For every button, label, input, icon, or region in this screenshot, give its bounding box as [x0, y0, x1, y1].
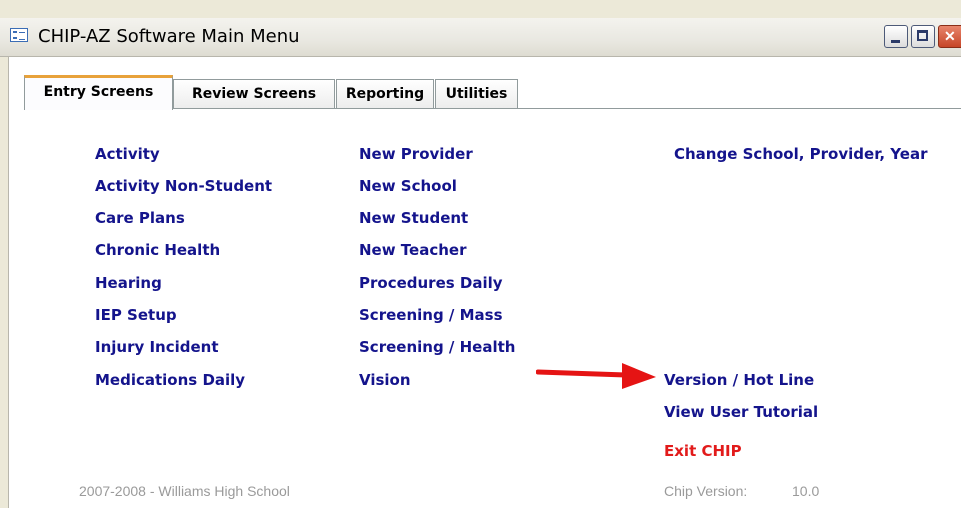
link-activity-non-student[interactable]: Activity Non-Student — [95, 177, 272, 195]
link-new-student[interactable]: New Student — [359, 209, 468, 227]
link-screening-mass[interactable]: Screening / Mass — [359, 306, 503, 324]
link-care-plans[interactable]: Care Plans — [95, 209, 185, 227]
main-menu-panel: Entry Screens Review Screens Reporting U… — [8, 57, 961, 508]
red-arrow-icon — [536, 363, 656, 389]
form-window-icon — [10, 28, 28, 42]
version-value: 10.0 — [792, 483, 820, 499]
link-new-school[interactable]: New School — [359, 177, 457, 195]
link-change-school-provider-year[interactable]: Change School, Provider, Year — [674, 145, 927, 163]
link-version-hot-line[interactable]: Version / Hot Line — [664, 371, 814, 389]
tab-entry-screens[interactable]: Entry Screens — [24, 75, 173, 110]
minimize-button[interactable] — [884, 25, 908, 48]
link-view-user-tutorial[interactable]: View User Tutorial — [664, 403, 818, 421]
link-injury-incident[interactable]: Injury Incident — [95, 338, 219, 356]
maximize-button[interactable] — [911, 25, 935, 48]
close-button[interactable] — [938, 25, 961, 48]
school-year-label: 2007-2008 - Williams High School — [79, 483, 290, 499]
link-iep-setup[interactable]: IEP Setup — [95, 306, 177, 324]
link-new-teacher[interactable]: New Teacher — [359, 241, 466, 259]
tab-review-screens[interactable]: Review Screens — [173, 79, 335, 109]
link-new-provider[interactable]: New Provider — [359, 145, 473, 163]
title-bar: CHIP-AZ Software Main Menu — [0, 18, 961, 57]
version-label: Chip Version: — [664, 483, 748, 499]
link-chronic-health[interactable]: Chronic Health — [95, 241, 220, 259]
link-exit-chip[interactable]: Exit CHIP — [664, 442, 742, 460]
link-procedures-daily[interactable]: Procedures Daily — [359, 274, 503, 292]
tab-reporting[interactable]: Reporting — [336, 79, 434, 109]
link-hearing[interactable]: Hearing — [95, 274, 162, 292]
link-activity[interactable]: Activity — [95, 145, 160, 163]
link-screening-health[interactable]: Screening / Health — [359, 338, 515, 356]
window-title: CHIP-AZ Software Main Menu — [38, 26, 300, 47]
link-medications-daily[interactable]: Medications Daily — [95, 371, 245, 389]
link-vision[interactable]: Vision — [359, 371, 411, 389]
tab-utilities[interactable]: Utilities — [435, 79, 518, 109]
